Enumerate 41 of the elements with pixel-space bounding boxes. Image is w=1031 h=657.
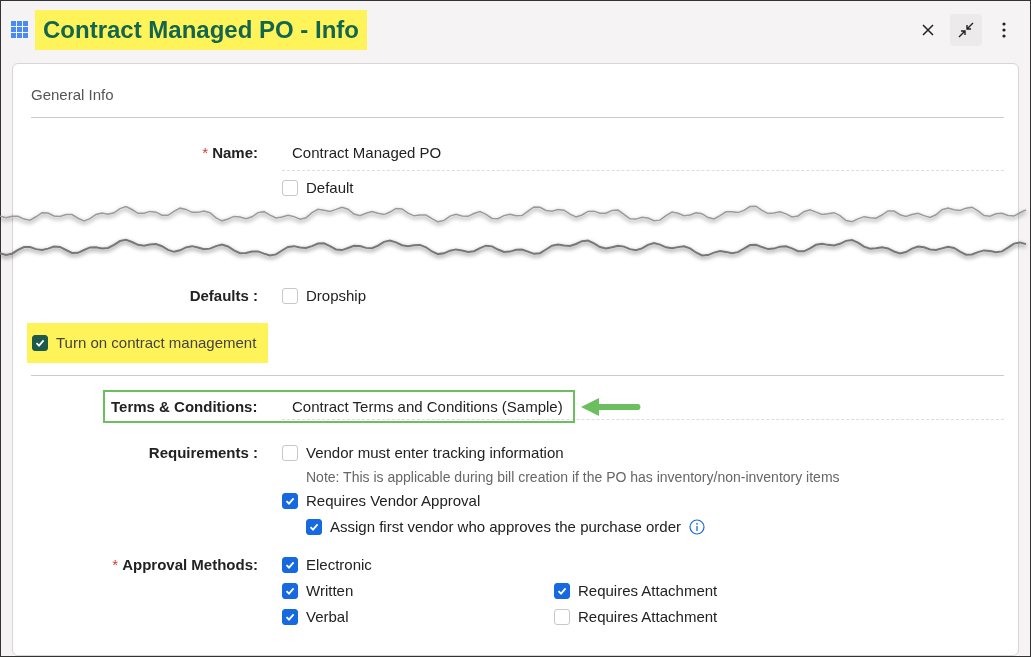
checkbox[interactable]	[554, 583, 570, 599]
page-title: Contract Managed PO - Info	[35, 10, 367, 50]
more-icon	[1002, 22, 1006, 38]
note-text: Note: This is applicable during bill creation if the PO has inventory/non-inventory items	[305, 468, 841, 487]
checkbox-label: Verbal	[306, 607, 349, 627]
app-grid-icon	[11, 21, 29, 39]
check-icon	[285, 560, 295, 570]
checkbox[interactable]	[306, 519, 322, 535]
checkbox-label: Dropship	[306, 286, 367, 306]
check-icon	[35, 338, 45, 348]
checkbox-label: Vendor must enter tracking information	[306, 443, 564, 463]
check-icon	[285, 586, 295, 596]
section-title: General Info	[31, 85, 115, 105]
field-label: Terms & Conditions:	[111, 398, 259, 415]
checkbox-label: Requires Vendor Approval	[306, 491, 481, 511]
field-label: * Approval Methods:	[112, 555, 258, 575]
checkbox-label: Electronic	[306, 555, 372, 575]
checkbox[interactable]	[282, 557, 298, 573]
checkbox[interactable]	[32, 335, 48, 351]
field-label: * Name:	[202, 143, 258, 163]
checkbox[interactable]	[282, 583, 298, 599]
checkbox-label: Turn on contract management	[56, 333, 257, 353]
collapse-button[interactable]	[950, 14, 982, 46]
checkbox[interactable]	[282, 493, 298, 509]
checkbox-label: Default	[306, 178, 354, 198]
checkbox-label: Assign first vendor who approves the purchase order	[330, 517, 682, 537]
terms-value: Contract Terms and Conditions (Sample)	[292, 398, 563, 415]
check-icon	[285, 496, 295, 506]
checkbox-label: Requires Attachment	[578, 607, 718, 627]
field-label: Requirements :	[148, 443, 258, 463]
check-icon	[557, 586, 567, 596]
close-icon	[921, 23, 935, 37]
checkbox-label: Written	[306, 581, 354, 601]
collapse-icon	[957, 21, 975, 39]
name-field[interactable]: Contract Managed PO	[282, 140, 1004, 171]
info-icon[interactable]	[689, 519, 706, 535]
field-label: Defaults :	[189, 286, 258, 306]
check-icon	[309, 522, 319, 532]
checkbox-label: Requires Attachment	[578, 581, 718, 601]
checkbox[interactable]	[282, 609, 298, 625]
check-icon	[285, 612, 295, 622]
